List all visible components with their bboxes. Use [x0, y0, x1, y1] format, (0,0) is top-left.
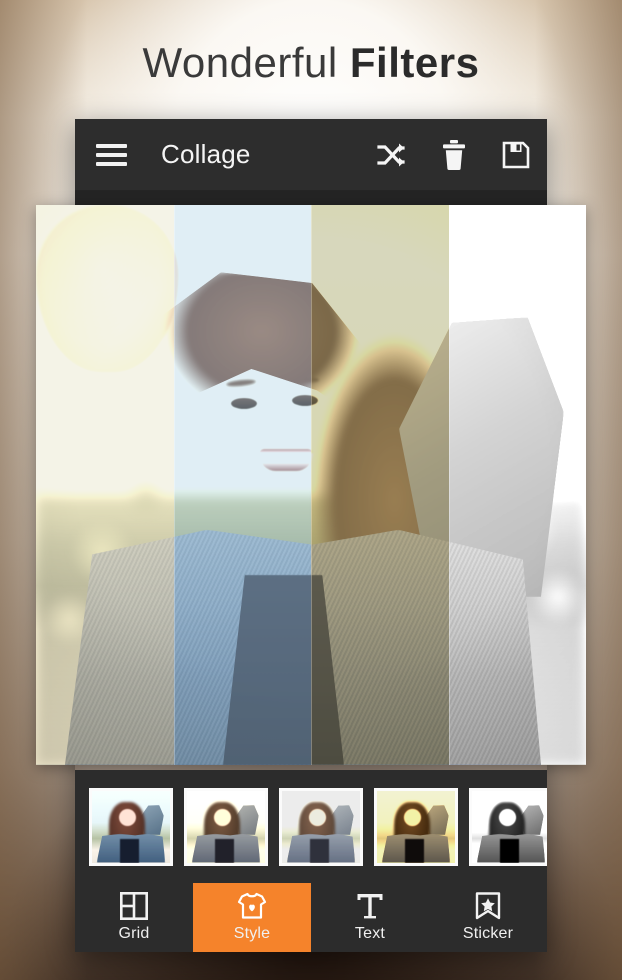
- thumb-face: [118, 809, 136, 827]
- headline-word-bold: Filters: [349, 39, 480, 86]
- strip-divider: [448, 205, 450, 765]
- filter-thumbnail-vintage-yellow[interactable]: [374, 787, 458, 866]
- save-floppy-icon[interactable]: [485, 119, 547, 190]
- thumbnail-photo: [92, 790, 170, 863]
- filter-thumbnail-cool-blue[interactable]: [89, 787, 173, 866]
- filter-thumbnail-black-white-sketch[interactable]: [469, 787, 547, 866]
- filter-thumbnail-faded-warm[interactable]: [279, 787, 363, 866]
- hamburger-bar: [95, 143, 127, 148]
- hamburger-bar: [95, 161, 127, 166]
- tab-grid[interactable]: Grid: [75, 883, 193, 952]
- thumb-top: [310, 839, 329, 863]
- thumb-face: [498, 809, 516, 827]
- promo-headline: Wonderful Filters: [0, 38, 622, 88]
- hamburger-bar: [95, 152, 127, 157]
- tab-label: Sticker: [462, 925, 514, 942]
- strip-divider: [311, 205, 312, 765]
- bottom-tab-bar: Grid Style Text Sticker: [75, 883, 547, 952]
- thumbnail-photo: [187, 790, 265, 863]
- app-window: Collage Grid Style Text Sticker: [36, 119, 586, 952]
- canvas-filter-strip-white-mono[interactable]: [448, 205, 586, 765]
- filter-thumbnail-strip[interactable]: [75, 770, 547, 883]
- shuffle-icon[interactable]: [361, 119, 423, 190]
- thumb-face: [308, 809, 326, 827]
- canvas-filter-strip-sky-blue[interactable]: [173, 205, 311, 765]
- thumb-top: [215, 839, 234, 863]
- text-t-icon: [356, 892, 384, 920]
- thumb-top: [500, 839, 519, 863]
- thumbnail-photo: [282, 790, 360, 863]
- thumb-face: [213, 809, 231, 827]
- trash-icon[interactable]: [423, 119, 485, 190]
- tab-label: Style: [233, 925, 271, 942]
- thumbnail-photo: [472, 790, 547, 863]
- thumbnail-photo: [377, 790, 455, 863]
- tab-sticker[interactable]: Sticker: [429, 883, 547, 952]
- page-title: Collage: [161, 139, 251, 169]
- grid-layout-icon: [120, 892, 148, 920]
- canvas-filter-strip-cream[interactable]: [36, 205, 174, 765]
- app-bar: Collage: [75, 119, 547, 190]
- tab-label: Text: [354, 925, 386, 942]
- strip-divider: [173, 205, 175, 765]
- canvas-filter-strip-olive-vintage[interactable]: [311, 205, 449, 765]
- tab-label: Grid: [118, 925, 150, 942]
- bookmark-star-icon: [475, 892, 501, 920]
- hamburger-menu-icon[interactable]: [83, 119, 139, 190]
- tab-style[interactable]: Style: [193, 883, 311, 952]
- filter-thumbnail-cream-sepia[interactable]: [184, 787, 268, 866]
- tab-text[interactable]: Text: [311, 883, 429, 952]
- thumb-face: [403, 809, 421, 827]
- thumb-top: [120, 839, 139, 863]
- tshirt-heart-icon: [237, 892, 267, 920]
- headline-word-light: Wonderful: [142, 39, 338, 86]
- app-bar-shadow-strip: [75, 190, 547, 205]
- collage-canvas[interactable]: [36, 205, 586, 765]
- thumb-top: [405, 839, 424, 863]
